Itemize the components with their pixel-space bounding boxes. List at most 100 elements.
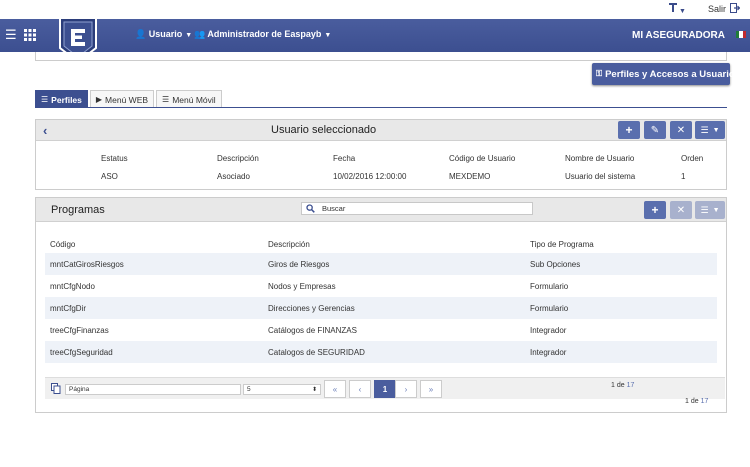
top-empty-panel bbox=[35, 52, 727, 61]
panel-header: Programas + ✕ ☰▼ bbox=[36, 198, 726, 222]
back-chevron-icon[interactable]: ‹ bbox=[43, 123, 47, 138]
cell-codigo: treeCfgSeguridad bbox=[50, 348, 113, 357]
list-icon: ☰ bbox=[700, 124, 709, 135]
copy-icon[interactable] bbox=[51, 383, 61, 394]
header-nombre-usuario: Nombre de Usuario bbox=[565, 154, 635, 163]
table-row[interactable]: treeCfgSeguridad Catalogos de SEGURIDAD … bbox=[45, 341, 717, 363]
table-row[interactable]: treeCfgFinanzas Catálogos de FINANZAS In… bbox=[45, 319, 717, 341]
chevron-down-icon: ▼ bbox=[712, 206, 720, 214]
next-page-button[interactable]: › bbox=[395, 380, 417, 398]
tools-menu[interactable]: ▼ bbox=[668, 2, 686, 16]
value-nombre-usuario: Usuario del sistema bbox=[565, 172, 636, 181]
page-total: 17 bbox=[700, 398, 709, 405]
page-de: de bbox=[690, 398, 699, 405]
page-de: de bbox=[616, 382, 625, 389]
admin-menu-label: Administrador de Easpayb bbox=[207, 29, 322, 39]
value-codigo-usuario: MEXDEMO bbox=[449, 172, 491, 181]
cell-descripcion: Giros de Riesgos bbox=[268, 260, 330, 269]
brand-name: MI ASEGURADORA bbox=[632, 30, 725, 41]
page-size-select[interactable]: 5 ⬍ bbox=[243, 384, 321, 395]
column-header-codigo[interactable]: Código bbox=[50, 240, 75, 249]
first-page-button[interactable]: « bbox=[324, 380, 346, 398]
panel-header: ‹ Usuario seleccionado + ✎ ✕ ☰ ▼ bbox=[36, 120, 726, 141]
cell-codigo: treeCfgFinanzas bbox=[50, 326, 109, 335]
pencil-icon: ✎ bbox=[650, 124, 660, 136]
add-button[interactable]: + bbox=[644, 201, 666, 219]
delete-button[interactable]: ✕ bbox=[670, 121, 692, 139]
hamburger-menu-icon[interactable]: ☰ bbox=[5, 27, 17, 43]
value-orden: 1 bbox=[681, 172, 686, 181]
usuario-menu-label: Usuario bbox=[148, 29, 183, 39]
tab-label: Menú WEB bbox=[105, 94, 149, 105]
chevron-down-icon: ▼ bbox=[324, 32, 332, 39]
value-estatus: ASO bbox=[101, 172, 118, 181]
list-icon: ☰ bbox=[700, 204, 709, 215]
cell-codigo: mntCfgDir bbox=[50, 304, 87, 313]
header-fecha: Fecha bbox=[333, 154, 356, 163]
column-header-descripcion[interactable]: Descripción bbox=[268, 240, 310, 249]
usuario-seleccionado-panel: ‹ Usuario seleccionado + ✎ ✕ ☰ ▼ Estatus … bbox=[35, 119, 727, 190]
value-fecha: 10/02/2016 12:00:00 bbox=[333, 172, 407, 181]
add-button[interactable]: + bbox=[618, 121, 640, 139]
edit-button[interactable]: ✎ bbox=[644, 121, 666, 139]
value-descripcion: Asociado bbox=[217, 172, 250, 181]
tab-label: Menú Móvil bbox=[172, 94, 216, 105]
pagination-bar: Página 5 ⬍ « ‹ 1 › » 1 de 17 bbox=[45, 377, 725, 399]
plus-icon: + bbox=[625, 123, 633, 137]
tab-bar: ☰ Perfiles ▶ Menú WEB ☰ Menú Móvil bbox=[35, 90, 224, 108]
chevron-down-icon: ▼ bbox=[185, 32, 193, 39]
page-input[interactable]: Página bbox=[65, 384, 241, 395]
list-icon: ☰ bbox=[162, 95, 170, 104]
tools-icon bbox=[669, 3, 677, 12]
delete-button[interactable]: ✕ bbox=[670, 201, 692, 219]
close-icon: ✕ bbox=[676, 124, 686, 136]
table-row[interactable]: mntCfgNodo Nodos y Empresas Formulario bbox=[45, 275, 717, 297]
search-icon[interactable] bbox=[302, 202, 318, 215]
cell-tipo: Formulario bbox=[530, 282, 569, 291]
table-row[interactable]: mntCfgDir Direcciones y Gerencias Formul… bbox=[45, 297, 717, 319]
logout-icon[interactable] bbox=[730, 3, 740, 13]
tab-underline bbox=[35, 107, 727, 108]
options-menu-button[interactable]: ☰ ▼ bbox=[695, 201, 725, 219]
perfiles-accesos-button[interactable]: ⚿ Perfiles y Accesos a Usuarios bbox=[592, 63, 740, 85]
cell-tipo: Sub Opciones bbox=[530, 260, 581, 269]
key-icon: ⚿ bbox=[596, 69, 603, 78]
options-menu-button[interactable]: ☰ ▼ bbox=[695, 121, 725, 139]
page-count: 1 de 17 bbox=[611, 382, 634, 389]
plus-icon: + bbox=[651, 203, 659, 217]
close-icon: ✕ bbox=[676, 204, 686, 216]
header-orden: Orden bbox=[681, 154, 704, 163]
panel-title: Usuario seleccionado bbox=[271, 124, 377, 136]
list-icon: ☰ bbox=[41, 95, 49, 104]
cell-codigo: mntCfgNodo bbox=[50, 282, 95, 291]
current-page-button[interactable]: 1 bbox=[374, 380, 396, 398]
logout-link[interactable]: Salir bbox=[708, 4, 726, 14]
admin-menu[interactable]: 👥 Administrador de Easpayb ▼ bbox=[194, 29, 331, 40]
cell-tipo: Integrador bbox=[530, 348, 567, 357]
tab-label: Perfiles bbox=[51, 94, 82, 105]
mexico-flag-icon[interactable] bbox=[736, 31, 746, 38]
chevron-down-icon: ▼ bbox=[712, 126, 720, 134]
main-navbar: ☰ 👤 Usuario ▼ 👥 Administrador de Easpayb ▼… bbox=[0, 19, 750, 52]
prev-page-button[interactable]: ‹ bbox=[349, 380, 371, 398]
page-count-secondary: 1 de 17 bbox=[685, 398, 708, 405]
header-codigo-usuario: Código de Usuario bbox=[449, 154, 516, 163]
tab-menu-web[interactable]: ▶ Menú WEB bbox=[89, 90, 155, 108]
page-total: 17 bbox=[626, 382, 635, 389]
cell-descripcion: Catálogos de FINANZAS bbox=[268, 326, 357, 335]
page-size-value: 5 bbox=[247, 386, 251, 393]
cell-tipo: Formulario bbox=[530, 304, 569, 313]
tab-perfiles[interactable]: ☰ Perfiles bbox=[35, 90, 88, 108]
tab-menu-movil[interactable]: ☰ Menú Móvil bbox=[156, 90, 222, 108]
search-input[interactable] bbox=[318, 203, 518, 214]
user-icon: 👤 bbox=[135, 29, 147, 39]
users-group-icon: 👥 bbox=[194, 29, 206, 39]
usuario-menu[interactable]: 👤 Usuario ▼ bbox=[135, 29, 192, 40]
apps-grid-icon[interactable] bbox=[24, 29, 36, 41]
cell-codigo: mntCatGirosRiesgos bbox=[50, 260, 124, 269]
panel-title: Programas bbox=[51, 204, 105, 216]
last-page-button[interactable]: » bbox=[420, 380, 442, 398]
column-header-tipo[interactable]: Tipo de Programa bbox=[530, 240, 594, 249]
page-number: 1 bbox=[685, 398, 689, 405]
table-row[interactable]: mntCatGirosRiesgos Giros de Riesgos Sub … bbox=[45, 253, 717, 275]
